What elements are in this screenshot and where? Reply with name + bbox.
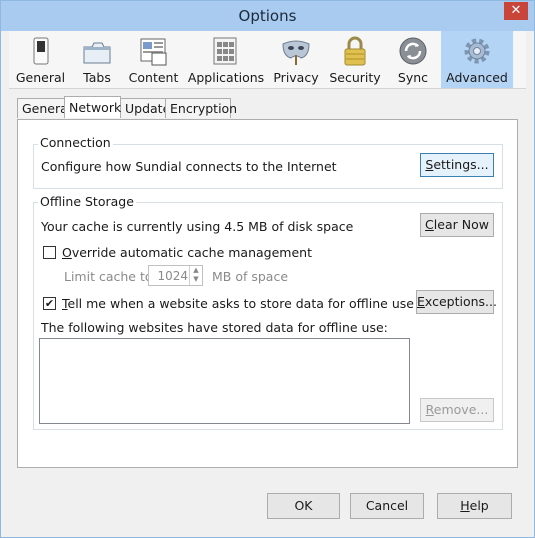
toolbar-item-applications[interactable]: Applications (185, 31, 267, 88)
close-button[interactable]: ✕ (504, 2, 528, 20)
toolbar-item-general[interactable]: General (9, 31, 72, 88)
limit-cache-unit: MB of space (212, 269, 289, 284)
websites-label: The following websites have stored data … (41, 320, 388, 335)
settings-button[interactable]: Settings... (420, 153, 494, 177)
ok-button[interactable]: OK (267, 493, 340, 519)
toolbar-item-advanced[interactable]: Advanced (441, 31, 513, 88)
tab-encryption[interactable]: Encryption (165, 98, 237, 118)
toolbar-item-content[interactable]: Content (122, 31, 185, 88)
offline-websites-list[interactable] (39, 338, 410, 424)
clear-now-button[interactable]: Clear Now (420, 213, 494, 237)
tabs-icon (83, 42, 111, 64)
remove-button[interactable]: Remove... (420, 398, 494, 422)
gear-icon (464, 38, 490, 64)
mask-icon (282, 40, 310, 65)
connection-title: Connection (38, 135, 113, 150)
toolbar-label-privacy: Privacy (273, 70, 319, 85)
limit-cache-label: Limit cache to (64, 269, 153, 284)
toolbar-label-tabs: Tabs (83, 70, 111, 85)
network-panel: Connection Configure how Sundial connect… (17, 119, 518, 468)
cache-usage-text: Your cache is currently using 4.5 MB of … (41, 219, 354, 234)
connection-description: Configure how Sundial connects to the In… (41, 159, 337, 174)
switch-icon (33, 37, 48, 65)
tell-offline-checkbox[interactable]: ✔ (43, 297, 56, 310)
override-cache-label: Override automatic cache management (62, 245, 312, 260)
spinner-arrows-icon[interactable]: ▲ ▼ (189, 266, 202, 285)
exceptions-button[interactable]: Exceptions... (416, 290, 497, 314)
cancel-button[interactable]: Cancel (350, 493, 424, 519)
category-toolbar: General Tabs Content Applications Privac… (9, 31, 526, 89)
toolbar-item-sync[interactable]: Sync (385, 31, 441, 88)
checkmark-icon: ✔ (44, 297, 55, 310)
sync-icon (399, 37, 427, 65)
toolbar-item-security[interactable]: Security (325, 31, 385, 88)
toolbar-label-sync: Sync (397, 70, 429, 85)
toolbar-label-content: Content (128, 70, 179, 85)
limit-cache-spinner[interactable]: 1024 ▲ ▼ (148, 265, 203, 286)
content-icon (140, 38, 166, 66)
toolbar-label-applications: Applications (187, 70, 265, 85)
tab-update[interactable]: Update (120, 98, 170, 118)
tab-network[interactable]: Network (64, 96, 121, 118)
toolbar-label-general: General (15, 70, 66, 85)
options-window: Options ✕ General Tabs Content Applicati… (0, 0, 535, 538)
close-icon: ✕ (510, 3, 522, 18)
title-bar[interactable]: Options ✕ (1, 1, 534, 31)
padlock-icon (344, 36, 366, 66)
offline-storage-title: Offline Storage (38, 194, 136, 209)
toolbar-label-advanced: Advanced (446, 70, 508, 85)
help-button[interactable]: Help (437, 493, 512, 519)
toolbar-item-privacy[interactable]: Privacy (267, 31, 325, 88)
tab-general[interactable]: General (17, 98, 71, 118)
advanced-tabs: General Network Update Encryption (17, 96, 237, 119)
toolbar-item-tabs[interactable]: Tabs (72, 31, 122, 88)
toolbar-label-security: Security (329, 70, 381, 85)
limit-cache-value: 1024 (157, 269, 188, 283)
override-cache-checkbox[interactable] (43, 246, 56, 259)
tell-offline-label: Tell me when a website asks to store dat… (62, 296, 414, 311)
applications-icon (213, 37, 237, 65)
window-title: Options (238, 7, 297, 25)
